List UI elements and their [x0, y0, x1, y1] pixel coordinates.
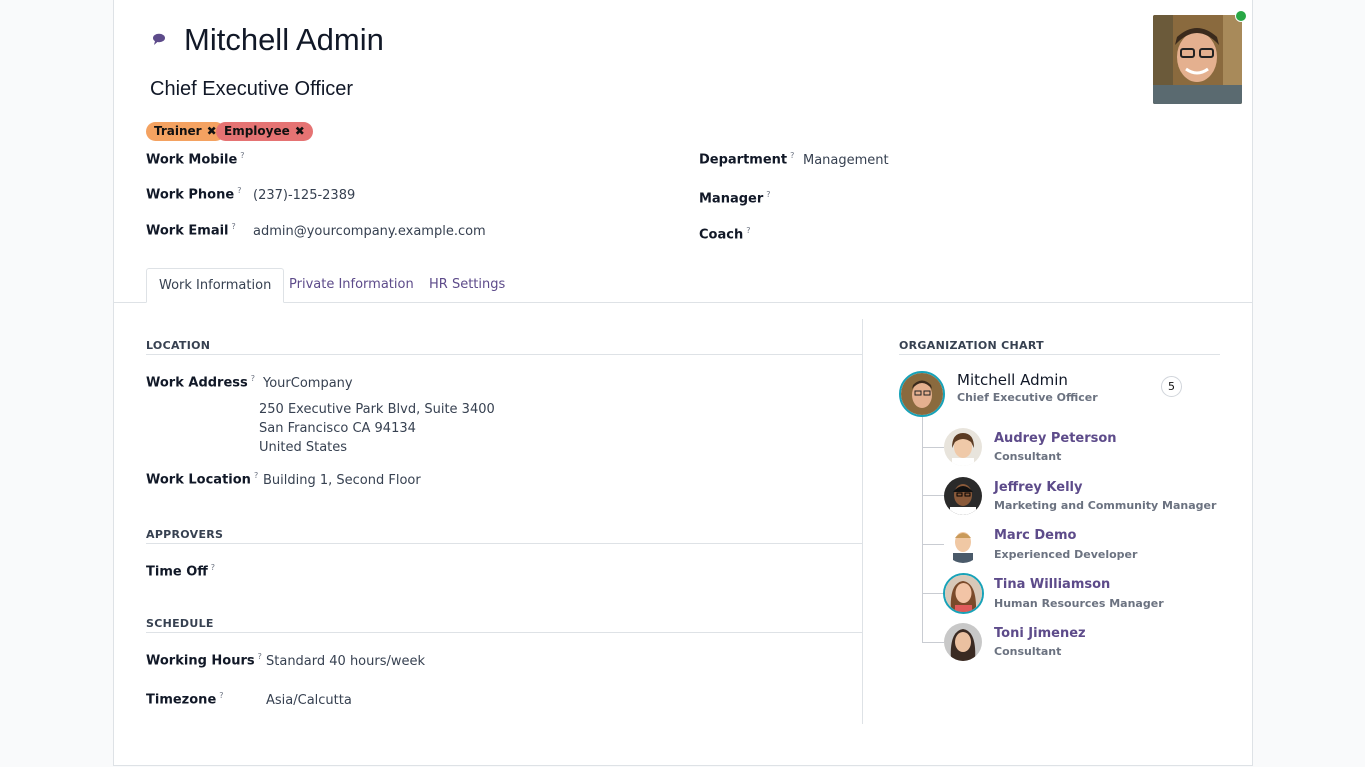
work-location-field[interactable]: Building 1, Second Floor — [263, 473, 421, 488]
work-phone-field[interactable]: (237)-125-2389 — [253, 188, 355, 203]
subordinate-name[interactable]: Tina Williamson — [994, 577, 1110, 592]
chat-icon[interactable] — [152, 32, 168, 46]
help-icon[interactable]: ? — [237, 186, 241, 195]
subordinate-avatar[interactable] — [944, 525, 982, 563]
remove-tag-icon[interactable]: ✖ — [295, 122, 305, 141]
subordinate-count-badge[interactable]: 5 — [1161, 376, 1182, 397]
help-icon[interactable]: ? — [251, 374, 255, 383]
help-icon[interactable]: ? — [258, 652, 262, 661]
help-icon[interactable]: ? — [746, 226, 750, 235]
subordinate-job: Marketing and Community Manager — [994, 499, 1217, 512]
help-icon[interactable]: ? — [240, 151, 244, 160]
org-self-name: Mitchell Admin — [957, 371, 1068, 389]
tag-label: Trainer — [154, 124, 202, 138]
section-divider — [146, 354, 862, 355]
section-divider — [146, 543, 862, 544]
subordinate-avatar[interactable] — [944, 623, 982, 661]
org-chart-title: ORGANIZATION CHART — [899, 339, 1044, 352]
subordinate-name[interactable]: Jeffrey Kelly — [994, 480, 1082, 495]
subordinate-avatar[interactable] — [943, 573, 984, 614]
coach-label: Coach? — [699, 226, 751, 243]
subordinate-job: Experienced Developer — [994, 548, 1138, 561]
subordinate-job: Human Resources Manager — [994, 597, 1164, 610]
org-tree-branch — [922, 642, 944, 643]
help-icon[interactable]: ? — [790, 151, 794, 160]
org-tree-branch — [922, 544, 944, 545]
org-tree-branch — [922, 593, 944, 594]
online-status-dot — [1235, 10, 1247, 22]
section-divider — [146, 632, 862, 633]
address-country: United States — [259, 440, 348, 455]
job-title[interactable]: Chief Executive Officer — [150, 78, 353, 101]
section-divider — [899, 354, 1220, 355]
address-street: 250 Executive Park Blvd, Suite 3400 — [259, 402, 495, 417]
time-off-label: Time Off? — [146, 563, 216, 580]
work-email-field[interactable]: admin@yourcompany.example.com — [253, 224, 486, 239]
tag-trainer[interactable]: Trainer ✖ — [146, 122, 225, 141]
org-tree-branch — [922, 495, 944, 496]
subordinate-avatar[interactable] — [944, 428, 982, 466]
help-icon[interactable]: ? — [766, 190, 770, 199]
address-city: San Francisco CA 94134 — [259, 421, 416, 436]
help-icon[interactable]: ? — [211, 563, 215, 572]
working-hours-label: Working Hours? — [146, 652, 262, 669]
subordinate-name[interactable]: Marc Demo — [994, 528, 1076, 543]
approvers-section-title: APPROVERS — [146, 528, 224, 541]
employee-avatar[interactable] — [1153, 15, 1242, 104]
org-tree-branch — [922, 447, 944, 448]
tab-private-information[interactable]: Private Information — [277, 268, 426, 303]
subordinate-job: Consultant — [994, 645, 1062, 658]
timezone-label: Timezone? — [146, 691, 224, 708]
timezone-field[interactable]: Asia/Calcutta — [266, 693, 352, 708]
work-address-label: Work Address? — [146, 374, 256, 391]
work-location-label: Work Location? — [146, 471, 259, 488]
work-mobile-label: Work Mobile? — [146, 151, 245, 168]
tab-work-information[interactable]: Work Information — [146, 268, 285, 303]
work-address-company[interactable]: YourCompany — [263, 376, 353, 391]
department-field[interactable]: Management — [803, 153, 889, 168]
subordinate-avatar[interactable] — [944, 477, 982, 515]
subordinate-job: Consultant — [994, 450, 1062, 463]
form-sheet: Mitchell Admin Chief Executive Officer T… — [113, 0, 1253, 766]
subordinate-name[interactable]: Toni Jimenez — [994, 626, 1086, 641]
tab-hr-settings[interactable]: HR Settings — [417, 268, 517, 303]
working-hours-field[interactable]: Standard 40 hours/week — [266, 654, 425, 669]
department-label: Department? — [699, 151, 795, 168]
tag-employee[interactable]: Employee ✖ — [216, 122, 313, 141]
subordinate-name[interactable]: Audrey Peterson — [994, 431, 1117, 446]
help-icon[interactable]: ? — [219, 691, 223, 700]
manager-label: Manager? — [699, 190, 771, 207]
employee-name[interactable]: Mitchell Admin — [184, 22, 384, 58]
org-self-job: Chief Executive Officer — [957, 391, 1098, 404]
help-icon[interactable]: ? — [254, 471, 258, 480]
help-icon[interactable]: ? — [232, 222, 236, 231]
schedule-section-title: SCHEDULE — [146, 617, 214, 630]
work-phone-label: Work Phone? — [146, 186, 242, 203]
column-divider — [862, 319, 863, 724]
location-section-title: LOCATION — [146, 339, 211, 352]
tag-label: Employee — [224, 124, 290, 138]
work-email-label: Work Email? — [146, 222, 236, 239]
org-self-avatar[interactable] — [899, 371, 945, 417]
org-tree-line — [922, 417, 923, 642]
